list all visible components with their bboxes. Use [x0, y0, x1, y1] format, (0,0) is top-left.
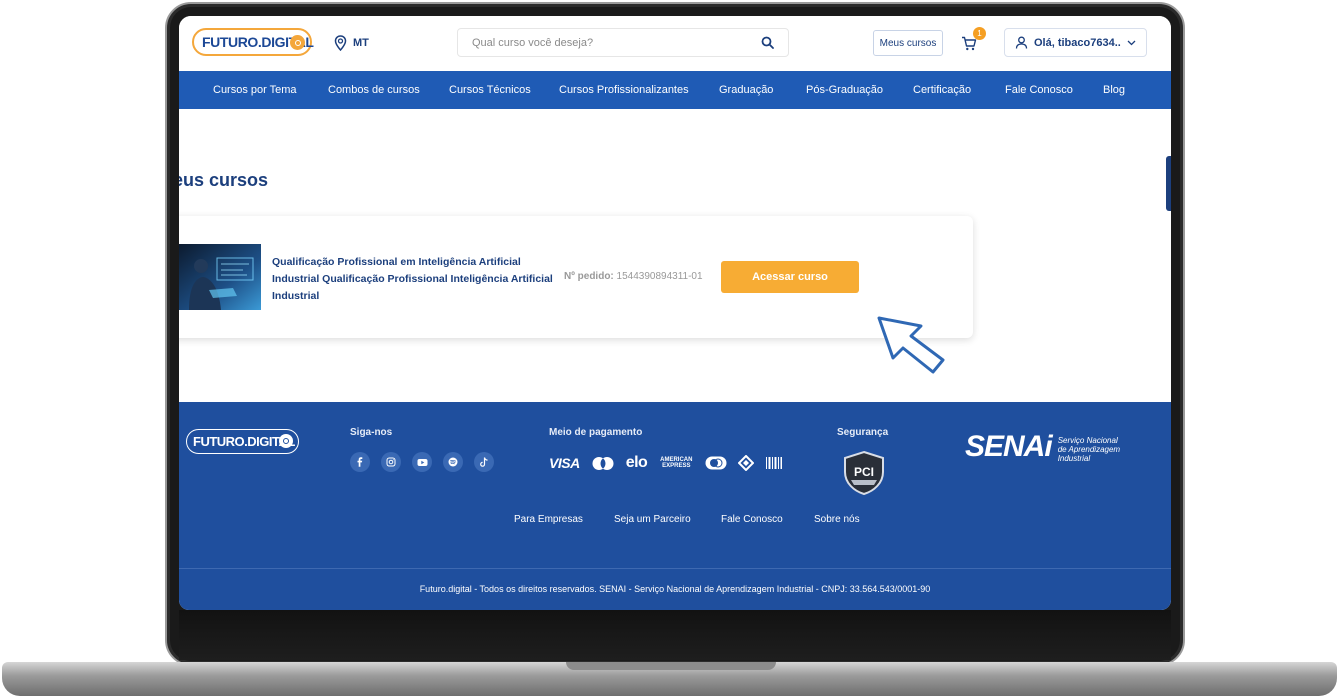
payment-methods: VISA elo AMERICAN EXPRESS: [549, 454, 783, 472]
search-input[interactable]: [472, 36, 742, 49]
my-courses-button[interactable]: Meus cursos: [873, 30, 943, 56]
youtube-icon[interactable]: [412, 452, 432, 472]
payment-heading: Meio de pagamento: [549, 427, 643, 438]
footer-divider: [179, 568, 1171, 569]
nav-item-blog[interactable]: Blog: [1103, 84, 1125, 96]
order-number: Nº pedido: 1544390894311-01: [564, 271, 703, 282]
side-widget-tab[interactable]: [1166, 156, 1171, 211]
nav-item-certificacao[interactable]: Certificação: [913, 84, 971, 96]
site-logo[interactable]: FUTURO.DIGITAL: [192, 28, 314, 56]
pix-icon: [738, 455, 755, 471]
senai-subtitle: Serviço Nacional de Aprendizagem Industr…: [1057, 436, 1121, 463]
social-links: [350, 452, 494, 472]
location-selector[interactable]: MT: [334, 35, 369, 51]
site-header: FUTURO.DIGITAL MT Meus cursos: [179, 16, 1171, 71]
location-pin-icon: [334, 35, 347, 51]
laptop-bezel: [179, 610, 1171, 660]
page-title: eus cursos: [179, 170, 269, 190]
pointer-cursor-icon: [877, 316, 945, 374]
user-greeting: Olá, tibaco7634...: [1034, 36, 1121, 49]
pci-text: PCI: [854, 465, 874, 479]
order-value: 1544390894311-01: [616, 271, 703, 282]
course-name: Qualificação Profissional em Inteligênci…: [272, 256, 553, 302]
footer-logo[interactable]: FUTURO.DIGITAL: [186, 429, 299, 454]
pci-badge: PCI: [841, 450, 887, 501]
logo-badge-icon: [290, 35, 305, 50]
footer-link-parceiro[interactable]: Seja um Parceiro: [614, 514, 691, 525]
tiktok-icon[interactable]: [474, 452, 494, 472]
security-heading: Segurança: [837, 427, 889, 438]
elo-logo: elo: [625, 454, 648, 471]
senai-wordmark: SENAi: [965, 430, 1053, 463]
search-bar: [457, 28, 789, 57]
nav-item-pos-graduacao[interactable]: Pós-Graduação: [806, 84, 883, 96]
spotify-icon[interactable]: [443, 452, 463, 472]
user-menu[interactable]: Olá, tibaco7634...: [1004, 28, 1147, 57]
search-icon[interactable]: [761, 36, 774, 49]
nav-item-combos[interactable]: Combos de cursos: [328, 84, 420, 96]
nav-item-fale-conosco[interactable]: Fale Conosco: [1005, 84, 1073, 96]
course-thumbnail: [179, 244, 261, 310]
order-label: Nº pedido:: [564, 271, 614, 282]
footer-link-sobre[interactable]: Sobre nós: [814, 514, 860, 525]
user-icon: [1015, 36, 1028, 49]
amex-logo: AMERICAN EXPRESS: [660, 457, 693, 469]
nav-item-cursos-por-tema[interactable]: Cursos por Tema: [213, 84, 297, 96]
visa-logo: VISA: [549, 455, 580, 471]
senai-logo[interactable]: SENAi Serviço Nacional de Aprendizagem I…: [965, 430, 1128, 464]
browser-screen: FUTURO.DIGITAL MT Meus cursos: [179, 16, 1171, 610]
footer-logo-badge-icon: [279, 434, 293, 448]
cart-count-badge: 1: [973, 27, 986, 40]
nav-item-tecnicos[interactable]: Cursos Técnicos: [449, 84, 531, 96]
nav-item-profissionalizantes[interactable]: Cursos Profissionalizantes: [559, 84, 689, 96]
footer-link-fale-conosco[interactable]: Fale Conosco: [721, 514, 783, 525]
access-course-button[interactable]: Acessar curso: [721, 261, 859, 293]
laptop-mockup: FUTURO.DIGITAL MT Meus cursos: [0, 0, 1339, 700]
chevron-down-icon: [1127, 40, 1136, 45]
copyright-text: Futuro.digital - Todos os direitos reser…: [419, 584, 931, 594]
site-footer: FUTURO.DIGITAL Siga-nos Meio de pagament…: [179, 402, 1171, 610]
follow-heading: Siga-nos: [350, 427, 393, 438]
footer-link-empresas[interactable]: Para Empresas: [514, 514, 583, 525]
laptop-notch: [566, 662, 776, 670]
facebook-icon[interactable]: [350, 452, 370, 472]
course-card: Qualificação Profissional em Inteligênci…: [179, 216, 973, 338]
cart-button[interactable]: 1: [961, 27, 986, 56]
main-nav: Cursos por Tema Combos de cursos Cursos …: [179, 71, 1171, 109]
diners-icon: [705, 456, 727, 470]
nav-item-graduacao[interactable]: Graduação: [719, 84, 773, 96]
location-label: MT: [353, 37, 369, 49]
boleto-icon: [766, 457, 783, 469]
instagram-icon[interactable]: [381, 452, 401, 472]
mastercard-icon: [592, 456, 614, 470]
